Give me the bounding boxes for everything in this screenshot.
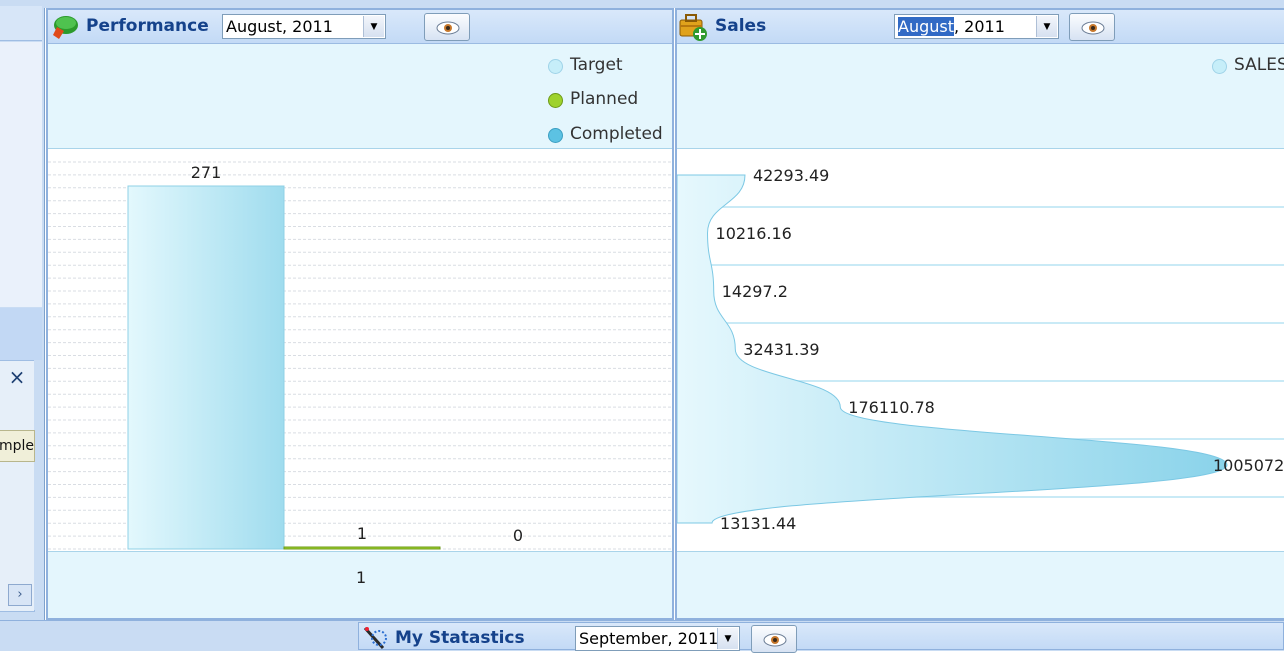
- sales-value-label: 14297.2: [722, 282, 788, 301]
- performance-x-axis: 1: [48, 552, 672, 618]
- performance-view-button[interactable]: [424, 13, 470, 41]
- sales-value-label: 10216.16: [716, 224, 792, 243]
- legend-label-planned: Planned: [570, 89, 639, 109]
- left-sub-panel: [0, 360, 35, 612]
- sales-plot-area: 42293.49 10216.16 14297.2 32431.39 176110.78…: [676, 149, 1284, 556]
- pie-chart-icon: [53, 16, 78, 39]
- left-sub-tab-label: mple: [0, 438, 34, 454]
- x-tick-label: 1: [356, 568, 367, 587]
- scroll-right-button[interactable]: ›: [8, 584, 32, 606]
- sales-value-label: 13131.44: [720, 514, 796, 533]
- sales-title: Sales: [715, 16, 767, 36]
- sales-header: Sales August, 2011 ▼: [677, 10, 1284, 44]
- legend-label-sales: SALES: [1234, 55, 1284, 75]
- briefcase-add-icon: [679, 14, 707, 41]
- magic-wand-icon: [363, 626, 387, 650]
- chevron-down-icon[interactable]: ▼: [363, 16, 384, 37]
- statistics-month-value: September, 2011: [579, 629, 719, 648]
- left-sidebar-header: [0, 6, 42, 41]
- sales-panel: Sales August, 2011 ▼ SALES 42293.49 1021…: [675, 8, 1284, 620]
- top-band: [44, 0, 1284, 8]
- sales-month-select[interactable]: August, 2011 ▼: [894, 14, 1059, 39]
- statistics-view-button[interactable]: [751, 625, 797, 653]
- statistics-title: My Statastics: [395, 628, 525, 648]
- legend-label-target: Target: [570, 55, 623, 75]
- sales-value-label: 1005072.:: [1213, 456, 1284, 475]
- legend-swatch-sales: [1212, 59, 1227, 74]
- sales-month-value: August, 2011: [898, 17, 1005, 36]
- bar-planned-value-label: 1: [357, 524, 367, 543]
- performance-header: Performance August, 2011 ▼: [48, 10, 672, 44]
- legend-swatch-completed: [548, 128, 563, 143]
- eye-icon: [763, 633, 787, 647]
- bar-completed-value-label: 0: [513, 526, 523, 545]
- left-sidebar-edge: [34, 360, 42, 610]
- left-sidebar-divider: [0, 308, 42, 360]
- performance-month-value: August, 2011: [226, 17, 333, 36]
- left-sidebar-body: [0, 42, 42, 307]
- chevron-down-icon[interactable]: ▼: [1036, 16, 1057, 37]
- bar-planned: [283, 546, 441, 550]
- legend-swatch-planned: [548, 93, 563, 108]
- performance-panel: Performance August, 2011 ▼ Target Planne…: [46, 8, 674, 620]
- performance-legend: Target Planned Completed: [48, 44, 672, 149]
- close-icon[interactable]: ×: [6, 364, 28, 390]
- statistics-header: My Statastics September, 2011 ▼: [358, 622, 1284, 653]
- sales-funnel-chart: 42293.49 10216.16 14297.2 32431.39 176110.78…: [676, 166, 1284, 556]
- performance-title: Performance: [86, 16, 209, 36]
- performance-bar-chart: 271 1 0: [48, 161, 672, 550]
- eye-icon: [1081, 21, 1105, 35]
- bar-target-value-label: 271: [191, 163, 222, 182]
- sales-value-label: 176110.78: [848, 398, 935, 417]
- statistics-month-select[interactable]: September, 2011 ▼: [575, 626, 740, 651]
- eye-icon: [436, 21, 460, 35]
- performance-plot-area: 271 1 0: [48, 149, 672, 552]
- performance-month-select[interactable]: August, 2011 ▼: [222, 14, 386, 39]
- sales-value-label: 42293.49: [753, 166, 829, 185]
- left-sub-tab[interactable]: mple: [0, 430, 35, 462]
- sales-legend: SALES: [677, 44, 1284, 149]
- sales-value-label: 32431.39: [743, 340, 819, 359]
- chevron-down-icon[interactable]: ▼: [717, 628, 738, 649]
- legend-label-completed: Completed: [570, 124, 663, 144]
- chevron-right-icon: ›: [17, 587, 23, 602]
- bar-target: [127, 185, 285, 550]
- legend-swatch-target: [548, 59, 563, 74]
- sales-view-button[interactable]: [1069, 13, 1115, 41]
